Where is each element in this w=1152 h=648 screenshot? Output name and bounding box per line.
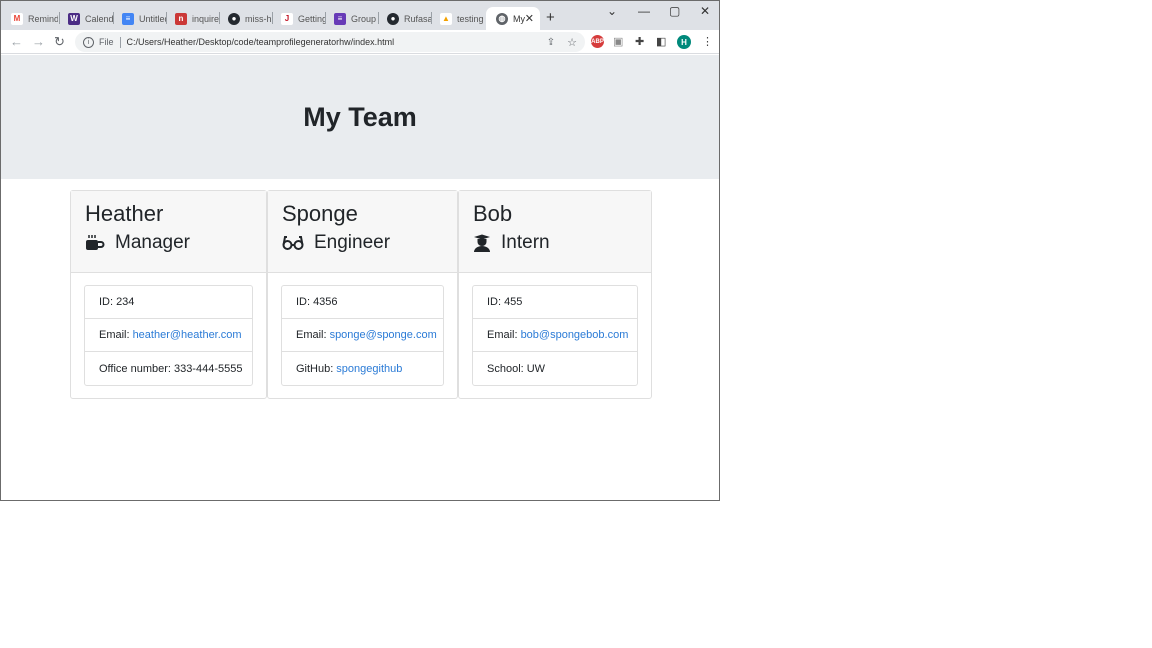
list-item: Email: bob@spongebob.com [473,319,637,352]
member-role: Intern [473,231,651,255]
jest-icon: J [281,12,293,25]
menu-icon[interactable]: ⋮ [702,35,713,48]
globe-icon: ◍ [496,12,508,25]
card-header: Heather Manager [71,191,266,273]
graduate-icon [474,234,490,252]
w-icon: W [68,12,80,25]
member-name: Bob [473,201,513,226]
flask-icon: ▲ [440,12,452,25]
forward-icon[interactable]: → [32,34,45,49]
member-details: ID: 234 Email: heather@heather.com Office … [84,285,253,386]
tab-3[interactable]: n inquirer [165,7,220,30]
tab-2[interactable]: ≡ Untitled [112,7,167,30]
page-header: My Team [1,55,719,179]
url-text[interactable]: C:/Users/Heather/Desktop/code/teamprofil… [127,37,395,47]
card-header: Bob Intern [459,191,651,273]
list-item: ID: 455 [473,286,637,319]
github-icon: ● [387,12,399,25]
member-name: Sponge [282,201,358,226]
list-icon: ≡ [334,12,346,25]
team-card-intern: Bob Intern ID: 455 Email: bob@spongebob.co… [458,190,652,399]
adblock-icon[interactable]: ABP [591,35,604,48]
tab-8[interactable]: ▲ testing [430,7,485,30]
page-title: My Team [303,101,417,132]
tab-4[interactable]: ● miss-h [218,7,273,30]
email-link[interactable]: heather@heather.com [133,329,242,341]
file-label: File [99,37,114,47]
extension-icon[interactable]: ▣ [613,35,623,48]
puzzle-icon[interactable]: ✚ [635,35,644,48]
tab-7[interactable]: ● Rufasa [377,7,432,30]
maximize-icon[interactable]: ▢ [669,4,680,18]
coffee-mug-icon [86,235,105,250]
gmail-icon: M [11,12,23,25]
reload-icon[interactable]: ↻ [54,34,65,50]
browser-toolbar: ← → ↻ i File C:/Users/Heather/Desktop/co… [1,30,719,54]
tab-0[interactable]: M Remind [1,7,58,30]
divider [119,36,121,48]
tab-search-icon[interactable]: ⌄ [607,4,617,18]
tab-active[interactable]: ◍ My ✕ [486,7,540,30]
list-item: Email: sponge@sponge.com [282,319,443,352]
back-icon[interactable]: ← [10,34,23,49]
glasses-icon [282,236,304,250]
bookmark-star-icon[interactable]: ☆ [567,36,577,49]
github-link[interactable]: spongegithub [336,363,402,375]
list-item: School: UW [487,362,546,375]
list-item: ID: 234 [85,286,252,319]
close-window-icon[interactable]: ✕ [700,4,710,18]
minimize-icon[interactable]: — [638,4,650,18]
email-link[interactable]: bob@spongebob.com [521,329,629,341]
member-details: ID: 455 Email: bob@spongebob.com School: UW [472,285,638,386]
new-tab-icon[interactable]: + [546,9,555,26]
side-panel-icon[interactable]: ◧ [656,35,666,48]
close-tab-icon[interactable]: ✕ [525,12,534,25]
github-icon: ● [228,12,240,25]
team-card-manager: Heather Manager ID: 234 Email: heather@hea… [70,190,267,399]
profile-avatar[interactable]: H [677,35,691,49]
tab-1[interactable]: WCalendar [58,7,113,30]
npm-icon: n [175,12,187,25]
info-icon[interactable]: i [83,36,94,48]
list-item: Office number: 333-444-5555 [99,362,243,375]
card-header: Sponge Engineer [268,191,457,273]
member-role: Engineer [282,231,457,255]
share-icon[interactable]: ⇪ [547,37,555,48]
browser-window: MRemind WCalendar ≡Untitled ninquirer ●m… [0,0,720,501]
member-name: Heather [85,201,164,226]
tab-strip: MRemind WCalendar ≡Untitled ninquirer ●m… [1,1,719,30]
tab-5[interactable]: J Getting [271,7,326,30]
tab-6[interactable]: ≡ Group [324,7,379,30]
list-item: Email: heather@heather.com [85,319,252,352]
member-role: Manager [85,231,266,255]
address-bar[interactable]: i File C:/Users/Heather/Desktop/code/tea… [75,32,585,52]
email-link[interactable]: sponge@sponge.com [330,329,437,341]
team-card-engineer: Sponge Engineer ID: 4356 Email: sponge@spo… [267,190,458,399]
docs-icon: ≡ [122,12,134,25]
member-details: ID: 4356 Email: sponge@sponge.com GitHub: s… [281,285,444,386]
list-item: GitHub: spongegithub [296,362,403,375]
list-item: ID: 4356 [282,286,443,319]
